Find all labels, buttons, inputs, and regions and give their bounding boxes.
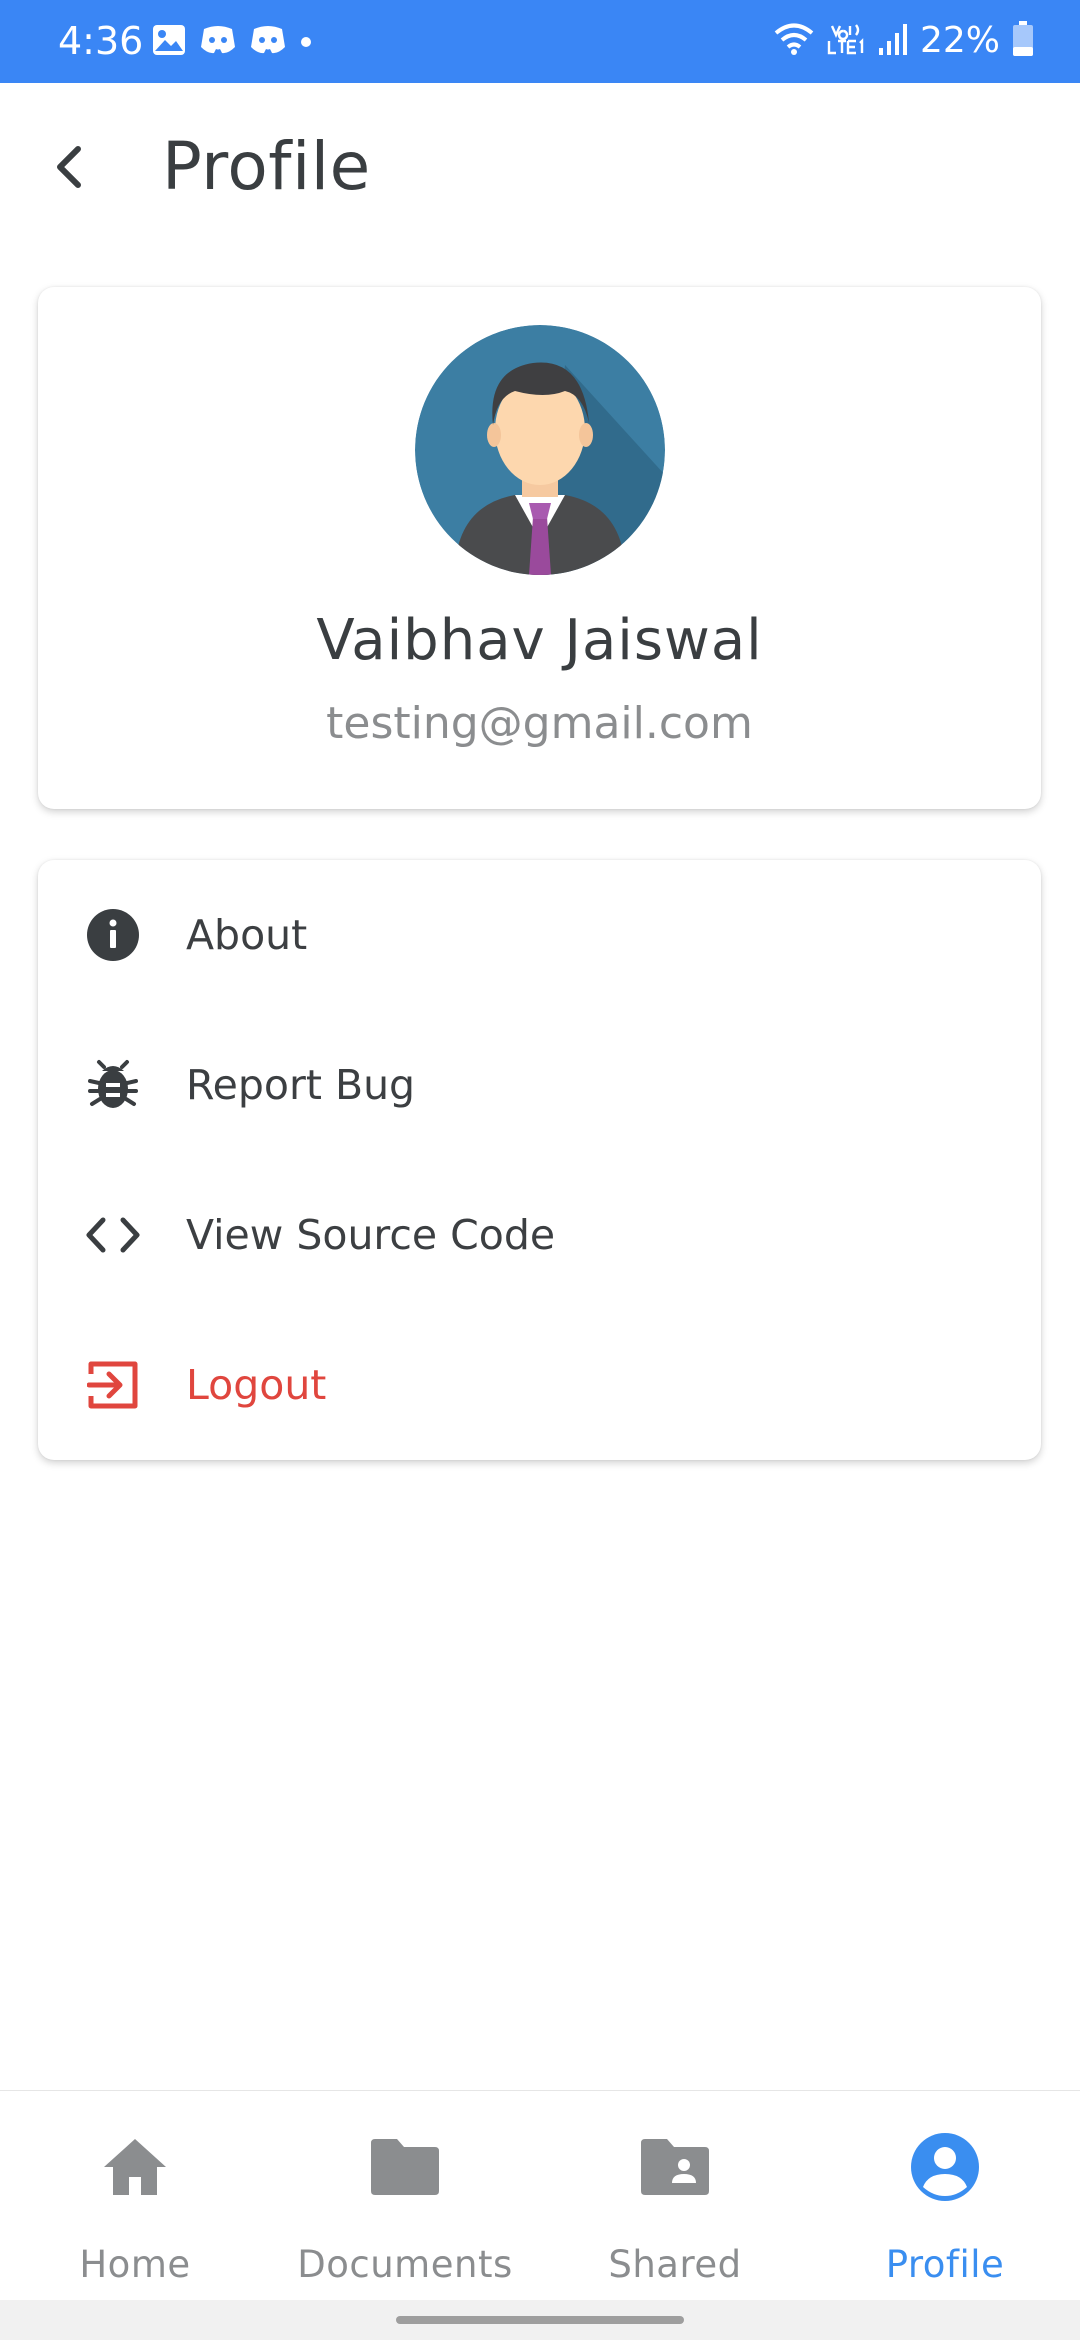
info-icon	[85, 907, 141, 963]
back-button[interactable]	[40, 139, 96, 195]
account-circle-icon	[905, 2127, 985, 2207]
nav-label-shared: Shared	[608, 2243, 742, 2286]
notification-icons	[152, 24, 326, 60]
image-icon	[152, 24, 186, 60]
home-icon	[95, 2127, 175, 2207]
signal-icon	[878, 22, 908, 60]
status-bar: 4:36 22%	[0, 0, 1080, 83]
menu-item-logout[interactable]: Logout	[38, 1310, 1041, 1460]
arrow-back-icon	[57, 146, 81, 188]
menu-item-label: View Source Code	[186, 1211, 556, 1259]
nav-item-profile[interactable]: Profile	[810, 2091, 1080, 2301]
logout-icon	[85, 1357, 141, 1413]
menu-item-view-source-code[interactable]: View Source Code	[38, 1160, 1041, 1310]
wifi-icon	[774, 22, 814, 60]
avatar	[415, 325, 665, 575]
volte-icon	[826, 22, 866, 60]
battery-percentage: 22%	[919, 20, 1000, 61]
bottom-navigation: Home Documents Shared Profile	[0, 2090, 1080, 2300]
discord-icon	[200, 25, 236, 59]
folder-icon	[365, 2127, 445, 2207]
nav-item-home[interactable]: Home	[0, 2091, 270, 2301]
home-gesture-handle[interactable]	[396, 2316, 684, 2324]
discord-icon	[250, 25, 286, 59]
menu-item-label: Logout	[186, 1361, 327, 1409]
menu-item-label: Report Bug	[186, 1061, 416, 1109]
nav-label-home: Home	[79, 2243, 191, 2286]
battery-icon	[1012, 21, 1034, 61]
nav-item-documents[interactable]: Documents	[270, 2091, 540, 2301]
profile-card: Vaibhav Jaiswal testing@gmail.com	[38, 287, 1041, 809]
app-header: Profile	[0, 83, 1080, 263]
page-title: Profile	[162, 128, 371, 205]
menu-item-report-bug[interactable]: Report Bug	[38, 1010, 1041, 1160]
nav-label-profile: Profile	[885, 2243, 1005, 2286]
status-time: 4:36	[58, 19, 144, 63]
nav-item-shared[interactable]: Shared	[540, 2091, 810, 2301]
menu-item-label: About	[186, 911, 308, 959]
gesture-bar-area	[0, 2300, 1080, 2340]
menu-card: About Report Bug View Source Code Logout	[38, 860, 1041, 1460]
dot-icon	[300, 33, 312, 52]
system-icons: 22%	[762, 18, 1034, 64]
user-name: Vaibhav Jaiswal	[316, 608, 763, 673]
shared-folder-icon	[635, 2127, 715, 2207]
user-email: testing@gmail.com	[326, 698, 753, 749]
code-icon	[85, 1207, 141, 1263]
bug-icon	[85, 1057, 141, 1113]
menu-item-about[interactable]: About	[38, 860, 1041, 1010]
nav-label-documents: Documents	[297, 2243, 513, 2286]
